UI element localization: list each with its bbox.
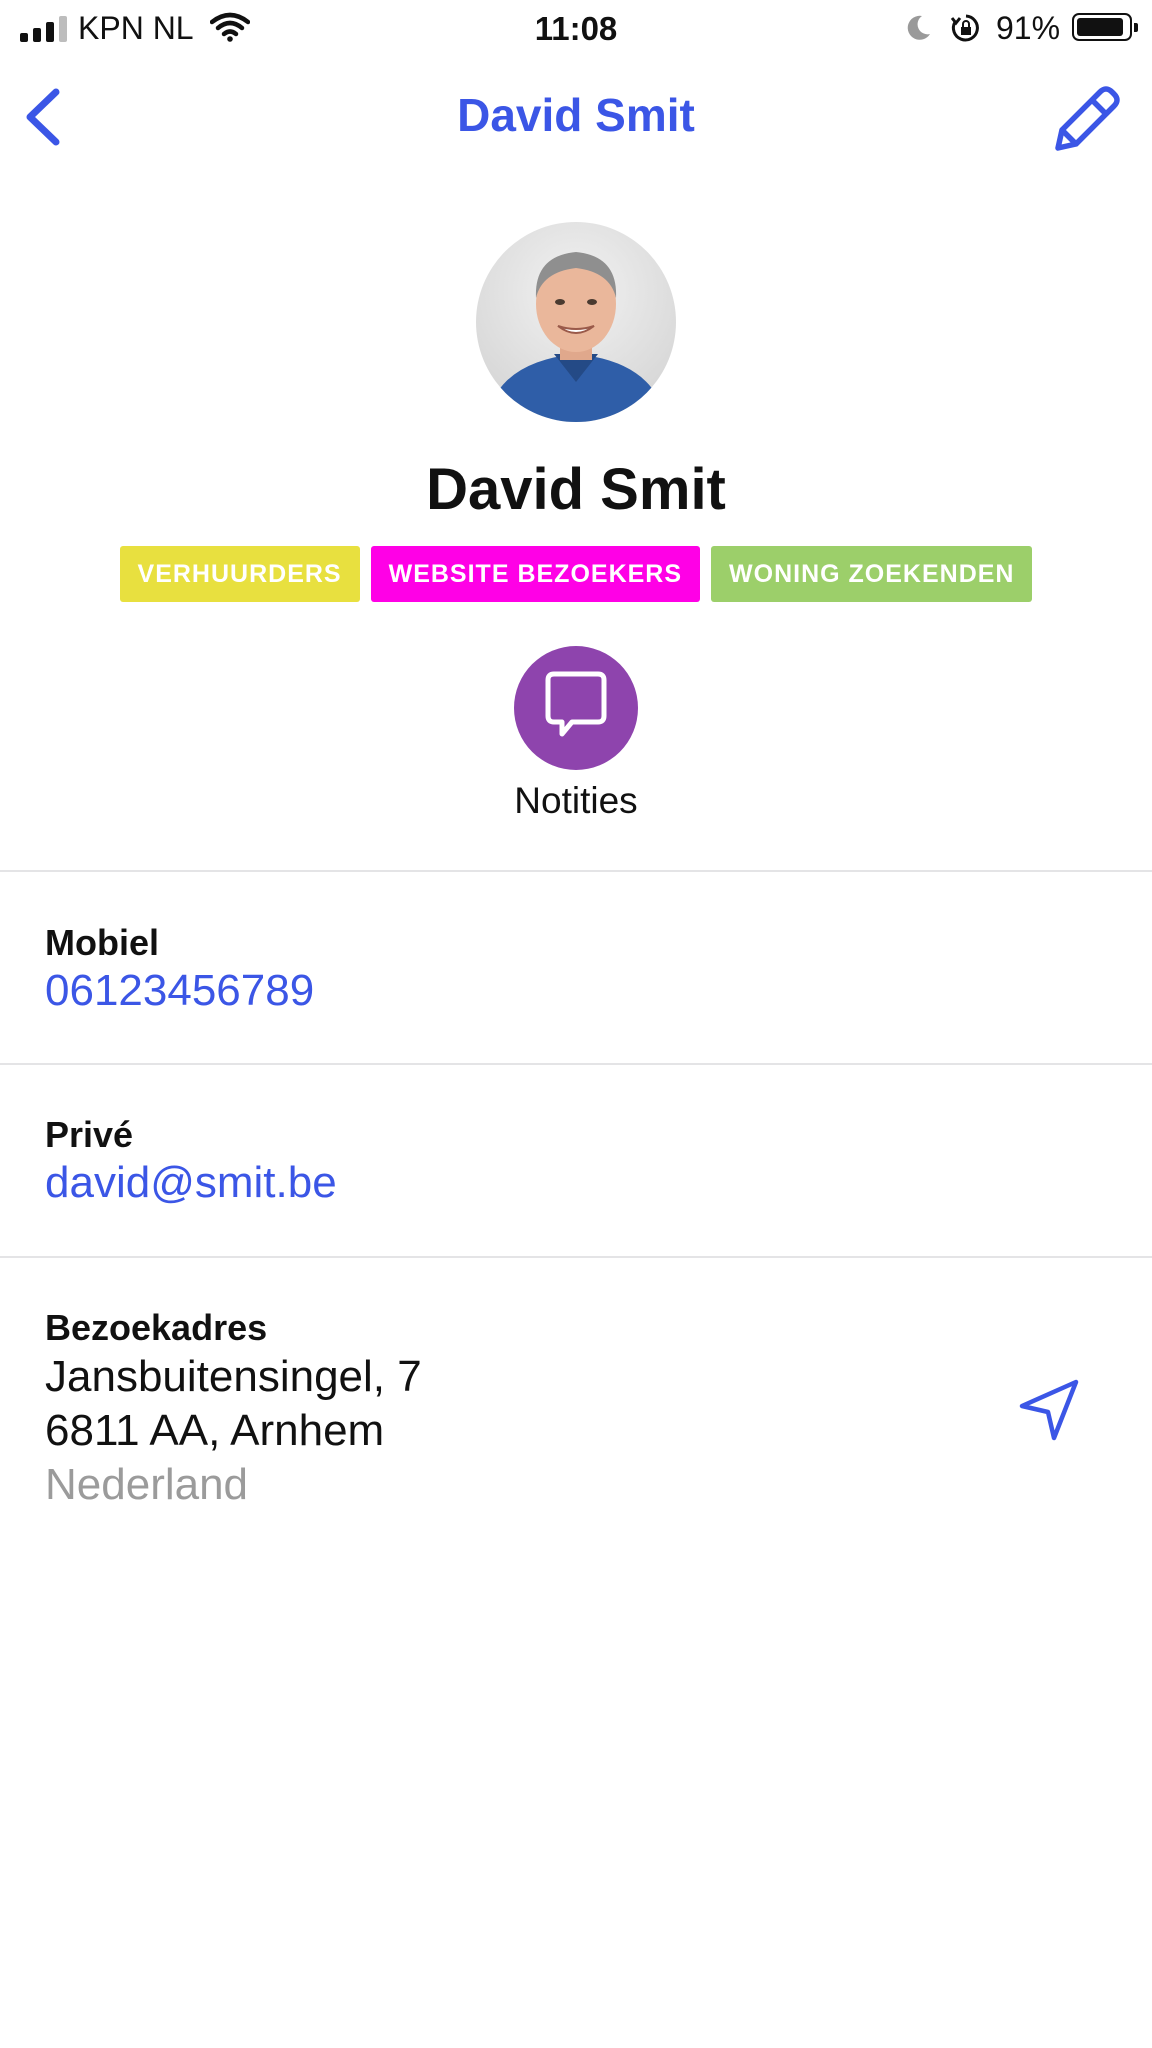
status-bar: KPN NL 11:08 91% [0, 0, 1152, 58]
pencil-icon [1055, 86, 1120, 151]
tag-website-bezoekers[interactable]: WEBSITE BEZOEKERS [370, 546, 701, 602]
email-label: Privé [45, 1114, 134, 1155]
edit-button[interactable] [1052, 82, 1124, 154]
page-title: David Smit [457, 89, 695, 141]
tag-verhuurders[interactable]: VERHUURDERS [119, 546, 360, 602]
mobile-number-link[interactable]: 06123456789 [45, 966, 314, 1016]
mobile-label: Mobiel [45, 922, 159, 963]
divider [0, 1256, 1152, 1258]
navigate-button[interactable] [1018, 1378, 1082, 1442]
address-country: Nederland [45, 1460, 249, 1509]
tag-woning-zoekenden[interactable]: WONING ZOEKENDEN [711, 546, 1033, 602]
address-label: Bezoekadres [45, 1307, 268, 1348]
rotation-lock-icon [950, 13, 982, 48]
divider [0, 1063, 1152, 1065]
battery-icon [1072, 13, 1138, 41]
address-street: Jansbuitensingel, 7 [45, 1352, 422, 1401]
notes-button[interactable] [514, 646, 638, 770]
avatar [476, 222, 676, 422]
speech-bubble-icon [545, 671, 607, 737]
address-city: 6811 AA, Arnhem [45, 1406, 385, 1455]
email-link[interactable]: david@smit.be [45, 1158, 337, 1208]
location-arrow-icon [1019, 1379, 1079, 1441]
tag-list: VERHUURDERS WEBSITE BEZOEKERS WONING ZOE… [0, 546, 1152, 602]
moon-icon [904, 13, 932, 48]
contact-name: David Smit [426, 457, 726, 522]
divider [0, 870, 1152, 872]
battery-percentage: 91% [996, 10, 1061, 46]
notes-label: Notities [514, 780, 638, 821]
navigation-bar: David Smit [0, 70, 1152, 166]
